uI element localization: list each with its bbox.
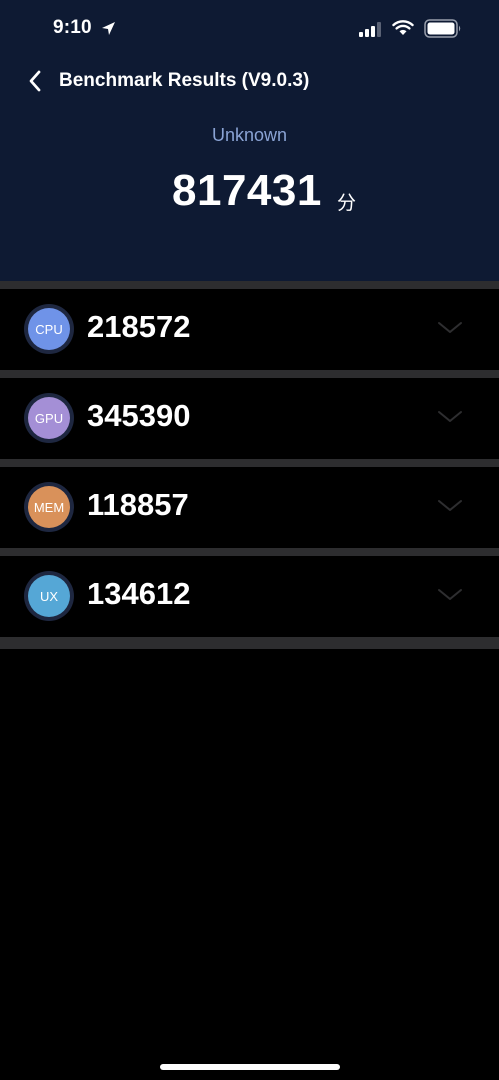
chevron-down-icon <box>438 500 462 511</box>
divider <box>0 637 499 649</box>
chevron-left-icon <box>29 70 41 92</box>
wifi-icon <box>392 20 414 35</box>
divider <box>0 459 499 467</box>
battery-icon <box>424 19 461 38</box>
mem-badge: MEM <box>24 482 74 532</box>
cpu-badge-label: CPU <box>28 308 70 350</box>
score-unit: 分 <box>337 193 357 214</box>
chevron-down-icon <box>438 411 462 422</box>
results-header: 9:10 Benchmark Results (V9.0.3) Unknown … <box>0 0 499 281</box>
back-button[interactable] <box>22 66 48 96</box>
gpu-score: 345390 <box>87 398 191 433</box>
status-bar: 9:10 <box>0 0 499 58</box>
divider <box>0 281 499 289</box>
score-row-cpu[interactable]: CPU 218572 <box>0 289 499 370</box>
total-score: 817431 <box>172 166 322 215</box>
gpu-badge-label: GPU <box>28 397 70 439</box>
ux-badge-label: UX <box>28 575 70 617</box>
score-row-ux[interactable]: UX 134612 <box>0 556 499 637</box>
cpu-badge: CPU <box>24 304 74 354</box>
cellular-signal-icon <box>359 22 381 37</box>
device-name: Unknown <box>211 125 288 145</box>
navigation-bar: Benchmark Results (V9.0.3) <box>0 58 499 104</box>
gpu-badge: GPU <box>24 393 74 443</box>
divider <box>0 370 499 378</box>
ux-score: 134612 <box>87 576 191 611</box>
location-arrow-icon <box>102 22 115 35</box>
home-indicator[interactable] <box>160 1064 340 1070</box>
ux-badge: UX <box>24 571 74 621</box>
page-title: Benchmark Results (V9.0.3) <box>59 70 310 91</box>
mem-score: 118857 <box>87 487 189 522</box>
divider <box>0 548 499 556</box>
score-row-gpu[interactable]: GPU 345390 <box>0 378 499 459</box>
status-time: 9:10 <box>53 17 92 38</box>
chevron-down-icon <box>438 589 462 600</box>
mem-badge-label: MEM <box>28 486 70 528</box>
cpu-score: 218572 <box>87 309 191 344</box>
chevron-down-icon <box>438 322 462 333</box>
score-row-mem[interactable]: MEM 118857 <box>0 467 499 548</box>
